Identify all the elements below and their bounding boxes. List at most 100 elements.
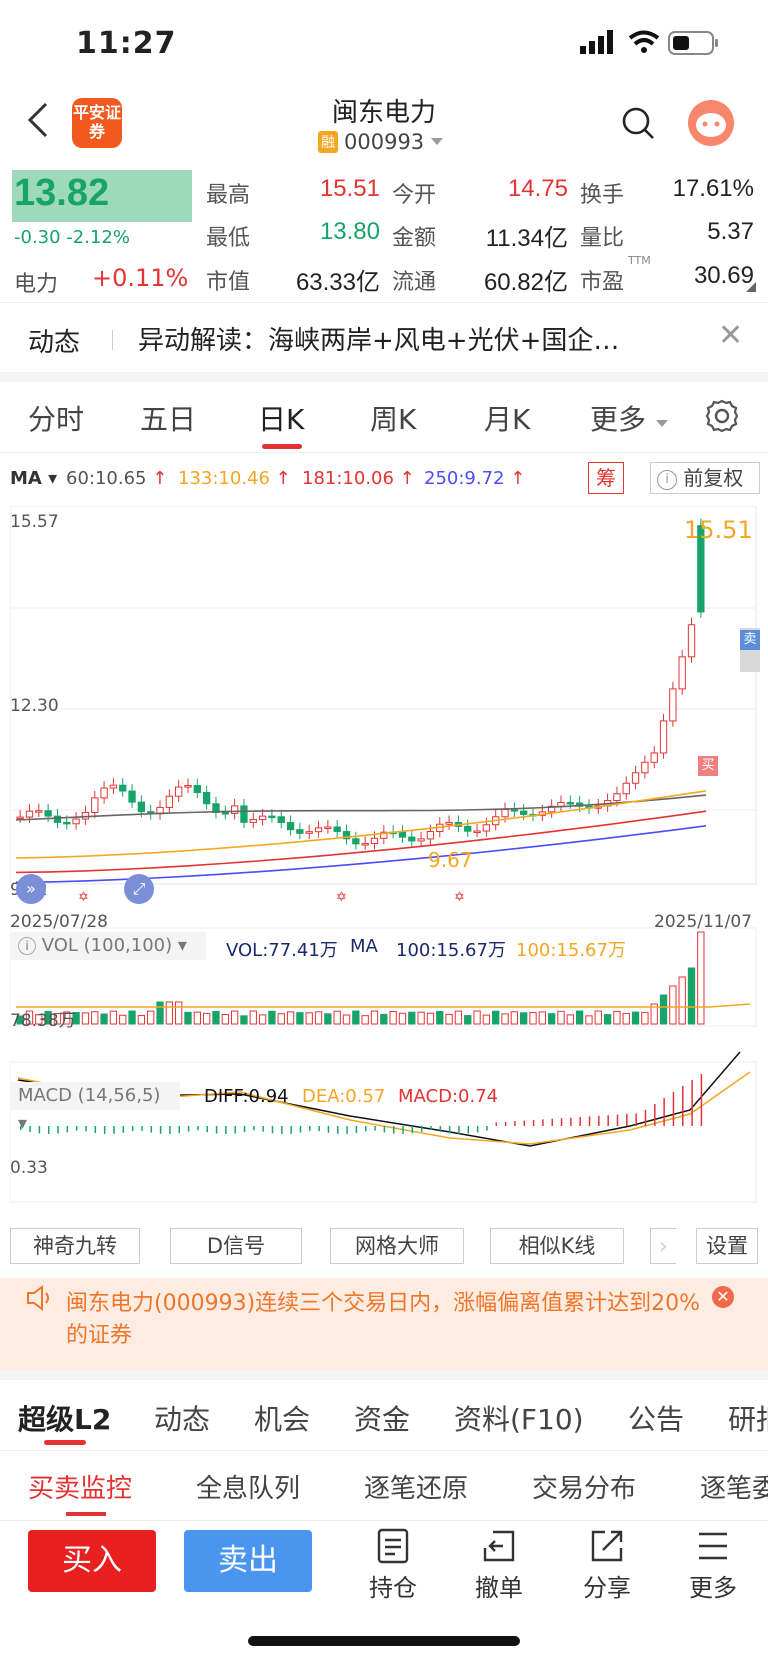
volume-bar (631, 1011, 640, 1025)
candle-body (184, 785, 192, 788)
sector-name[interactable]: 电力 (14, 266, 58, 298)
subtab-order-queue[interactable]: 全息队列 (196, 1468, 300, 1505)
scroll-left-button[interactable]: » (16, 874, 46, 904)
macd-bar (197, 1126, 199, 1131)
d-signal-button[interactable]: D信号 (170, 1228, 302, 1264)
candle-body (361, 843, 369, 846)
candle-body (72, 818, 80, 825)
volume-indicator-selector[interactable]: i VOL (100,100) ▾ (10, 932, 206, 960)
candle-body (641, 761, 649, 774)
sell-button[interactable]: 卖出 (184, 1530, 312, 1592)
tab-daily-k[interactable]: 日K (258, 398, 304, 438)
tab-five-day[interactable]: 五日 (140, 398, 196, 438)
tab-dynamics[interactable]: 动态 (154, 1398, 210, 1438)
macd-bar (262, 1126, 264, 1132)
similar-kline-button[interactable]: 相似K线 (490, 1228, 624, 1264)
home-indicator (248, 1636, 520, 1646)
holdings-button[interactable]: 持仓 (358, 1528, 428, 1603)
tab-super-l2[interactable]: 超级L2 (18, 1398, 111, 1438)
event-marker-icon[interactable]: ✡ (78, 890, 89, 905)
high-price-label: 15.51 (684, 516, 753, 544)
subtab-tick-orders[interactable]: 逐笔委托 (700, 1468, 768, 1505)
volume-bar (473, 1010, 481, 1025)
macd-bar (672, 1092, 675, 1126)
assistant-avatar[interactable] (688, 100, 734, 146)
stock-code: 000993 (344, 130, 425, 154)
macd-bar (486, 1126, 488, 1131)
subtab-trade-distribution[interactable]: 交易分布 (532, 1468, 636, 1505)
chip-distribution-button[interactable]: 筹 (588, 462, 624, 494)
volume-bar (119, 1014, 127, 1025)
event-marker-icon[interactable]: ✡ (336, 890, 347, 905)
macd-bar (560, 1118, 563, 1126)
settings-button[interactable]: 设置 (696, 1228, 758, 1264)
volume-bar (147, 1010, 155, 1025)
tab-funds[interactable]: 资金 (354, 1398, 410, 1438)
event-marker-icon[interactable]: ✡ (454, 890, 465, 905)
sell-signal-marker[interactable]: 卖 (740, 628, 760, 672)
more-button[interactable]: 更多 (678, 1528, 748, 1603)
tab-opportunity[interactable]: 机会 (254, 1398, 310, 1438)
macd-bar (131, 1126, 134, 1132)
volume-bar (305, 1012, 313, 1025)
tab-announcements[interactable]: 公告 (628, 1398, 684, 1438)
volume-bar (501, 1013, 509, 1025)
candle-body (25, 810, 34, 818)
tab-research[interactable]: 研报 (728, 1398, 768, 1438)
volume-bar (547, 1013, 556, 1025)
candle-body (100, 787, 108, 799)
buy-button[interactable]: 买入 (28, 1530, 156, 1592)
volume-bar (445, 1013, 453, 1025)
close-icon[interactable]: ✕ (718, 318, 743, 353)
cancel-order-button[interactable]: 撤单 (464, 1528, 534, 1603)
tab-monthly-k[interactable]: 月K (484, 398, 530, 438)
candle-body (520, 810, 528, 815)
volume-bar (202, 1012, 211, 1025)
x-axis-end-label: 2025/11/07 (654, 912, 752, 932)
tab-more[interactable]: 更多 (590, 398, 669, 438)
grid-master-button[interactable]: 网格大师 (330, 1228, 464, 1264)
more-tools-partial[interactable]: › (650, 1228, 676, 1264)
macd-bar (169, 1126, 171, 1134)
info-icon: i (657, 469, 677, 490)
quote-label: 金额 (392, 226, 437, 251)
tab-f10[interactable]: 资料(F10) (454, 1398, 584, 1438)
search-icon[interactable] (620, 105, 656, 141)
divider (0, 452, 768, 453)
caret-down-icon (431, 138, 444, 145)
ma133-line (15, 790, 707, 859)
share-button[interactable]: 分享 (572, 1528, 642, 1603)
gear-icon[interactable] (704, 398, 740, 434)
fullscreen-toggle-icon[interactable]: ⤢ (124, 874, 154, 904)
caret-down-icon: ▾ (177, 935, 187, 956)
subtab-tick-replay[interactable]: 逐笔还原 (364, 1468, 468, 1505)
quote-value: 60.82亿 (483, 269, 568, 296)
quote-value: 63.33亿 (295, 269, 380, 296)
candle-body (35, 810, 43, 813)
quote-label: 流通 (392, 270, 437, 295)
volume-ma-line (16, 1003, 751, 1008)
close-icon[interactable]: ✕ (712, 1286, 734, 1308)
price-adjust-selector[interactable]: i 前复权 (650, 462, 760, 494)
macd-bar (103, 1126, 106, 1134)
macd-indicator-selector[interactable]: MACD (14,56,5) ▾ (10, 1082, 180, 1134)
macd-bar (551, 1118, 553, 1126)
quote-value: 15.51 (319, 175, 380, 202)
news-headline[interactable]: 异动解读：海峡两岸+风电+光伏+国企… (138, 320, 698, 357)
tab-weekly-k[interactable]: 周K (370, 398, 416, 438)
candle-body (324, 826, 332, 829)
candle-body (81, 811, 90, 820)
volume-bar (538, 1011, 546, 1025)
volume-bar (361, 1015, 369, 1025)
ma-selector[interactable]: MA ▾ (10, 468, 57, 489)
tab-intraday[interactable]: 分时 (28, 398, 84, 438)
magic-nine-button[interactable]: 神奇九转 (10, 1228, 140, 1264)
active-tab-indicator (262, 444, 302, 449)
stock-code-selector[interactable]: 融 000993 (318, 130, 444, 154)
quote-value: 5.37 (707, 218, 754, 245)
candle-body (501, 809, 509, 818)
subtab-trade-monitor[interactable]: 买卖监控 (28, 1468, 132, 1505)
x-axis-start-label: 2025/07/28 (10, 912, 108, 932)
volume-bar (454, 1010, 463, 1025)
buy-signal-marker[interactable]: 买 (698, 756, 718, 776)
